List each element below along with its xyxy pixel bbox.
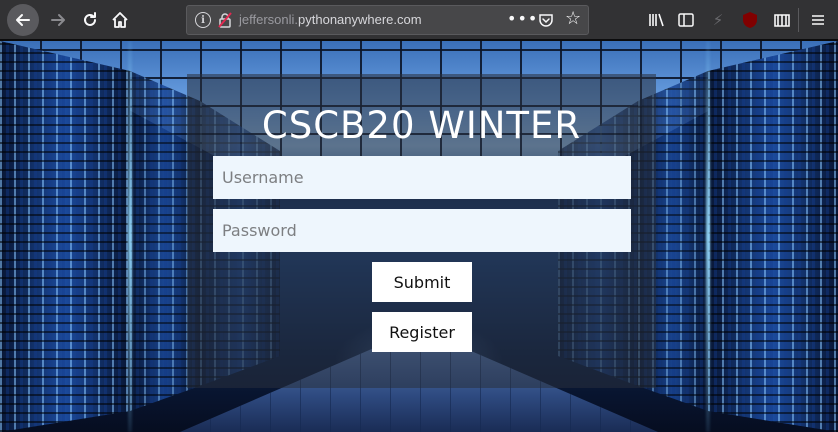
submit-button[interactable]: Submit (372, 262, 472, 302)
extension-icon[interactable] (772, 10, 792, 30)
sidebar-icon[interactable] (676, 10, 696, 30)
home-icon (112, 12, 128, 28)
url-text[interactable]: jeffersonli.pythonanywhere.com (239, 12, 422, 27)
hamburger-menu-icon[interactable] (808, 10, 828, 30)
back-arrow-icon (16, 14, 30, 26)
background-rack (0, 41, 130, 432)
toolbar-separator (798, 8, 799, 32)
reload-icon (84, 12, 96, 26)
back-button[interactable] (7, 4, 39, 36)
more-dots-icon[interactable]: ••• (507, 9, 538, 28)
library-icon[interactable] (646, 10, 666, 30)
page-viewport: CSCB20 WINTER Submit Register (0, 41, 838, 432)
register-button[interactable]: Register (372, 312, 472, 352)
star-icon[interactable]: ☆ (565, 8, 581, 29)
background-light (128, 41, 132, 432)
home-button[interactable] (106, 6, 134, 34)
insecure-lock-icon[interactable] (217, 12, 233, 28)
info-icon[interactable]: i (195, 12, 211, 28)
background-light (706, 41, 710, 432)
url-subdomain: jeffersonli. (239, 12, 299, 27)
browser-toolbar: i jeffersonli.pythonanywhere.com ••• ☆ ⚡ (0, 0, 838, 40)
page-title: CSCB20 WINTER (261, 104, 582, 147)
url-bar[interactable]: i jeffersonli.pythonanywhere.com ••• ☆ (186, 5, 589, 35)
pocket-icon[interactable] (538, 12, 554, 28)
background-rack (708, 41, 838, 432)
username-input[interactable] (213, 156, 631, 199)
url-domain: pythonanywhere.com (298, 12, 422, 27)
flash-icon[interactable]: ⚡ (708, 10, 728, 30)
forward-button[interactable] (44, 6, 72, 34)
password-input[interactable] (213, 209, 631, 252)
forward-arrow-icon (51, 14, 65, 26)
reload-button[interactable] (76, 6, 104, 34)
ublock-origin-icon[interactable] (740, 10, 760, 30)
